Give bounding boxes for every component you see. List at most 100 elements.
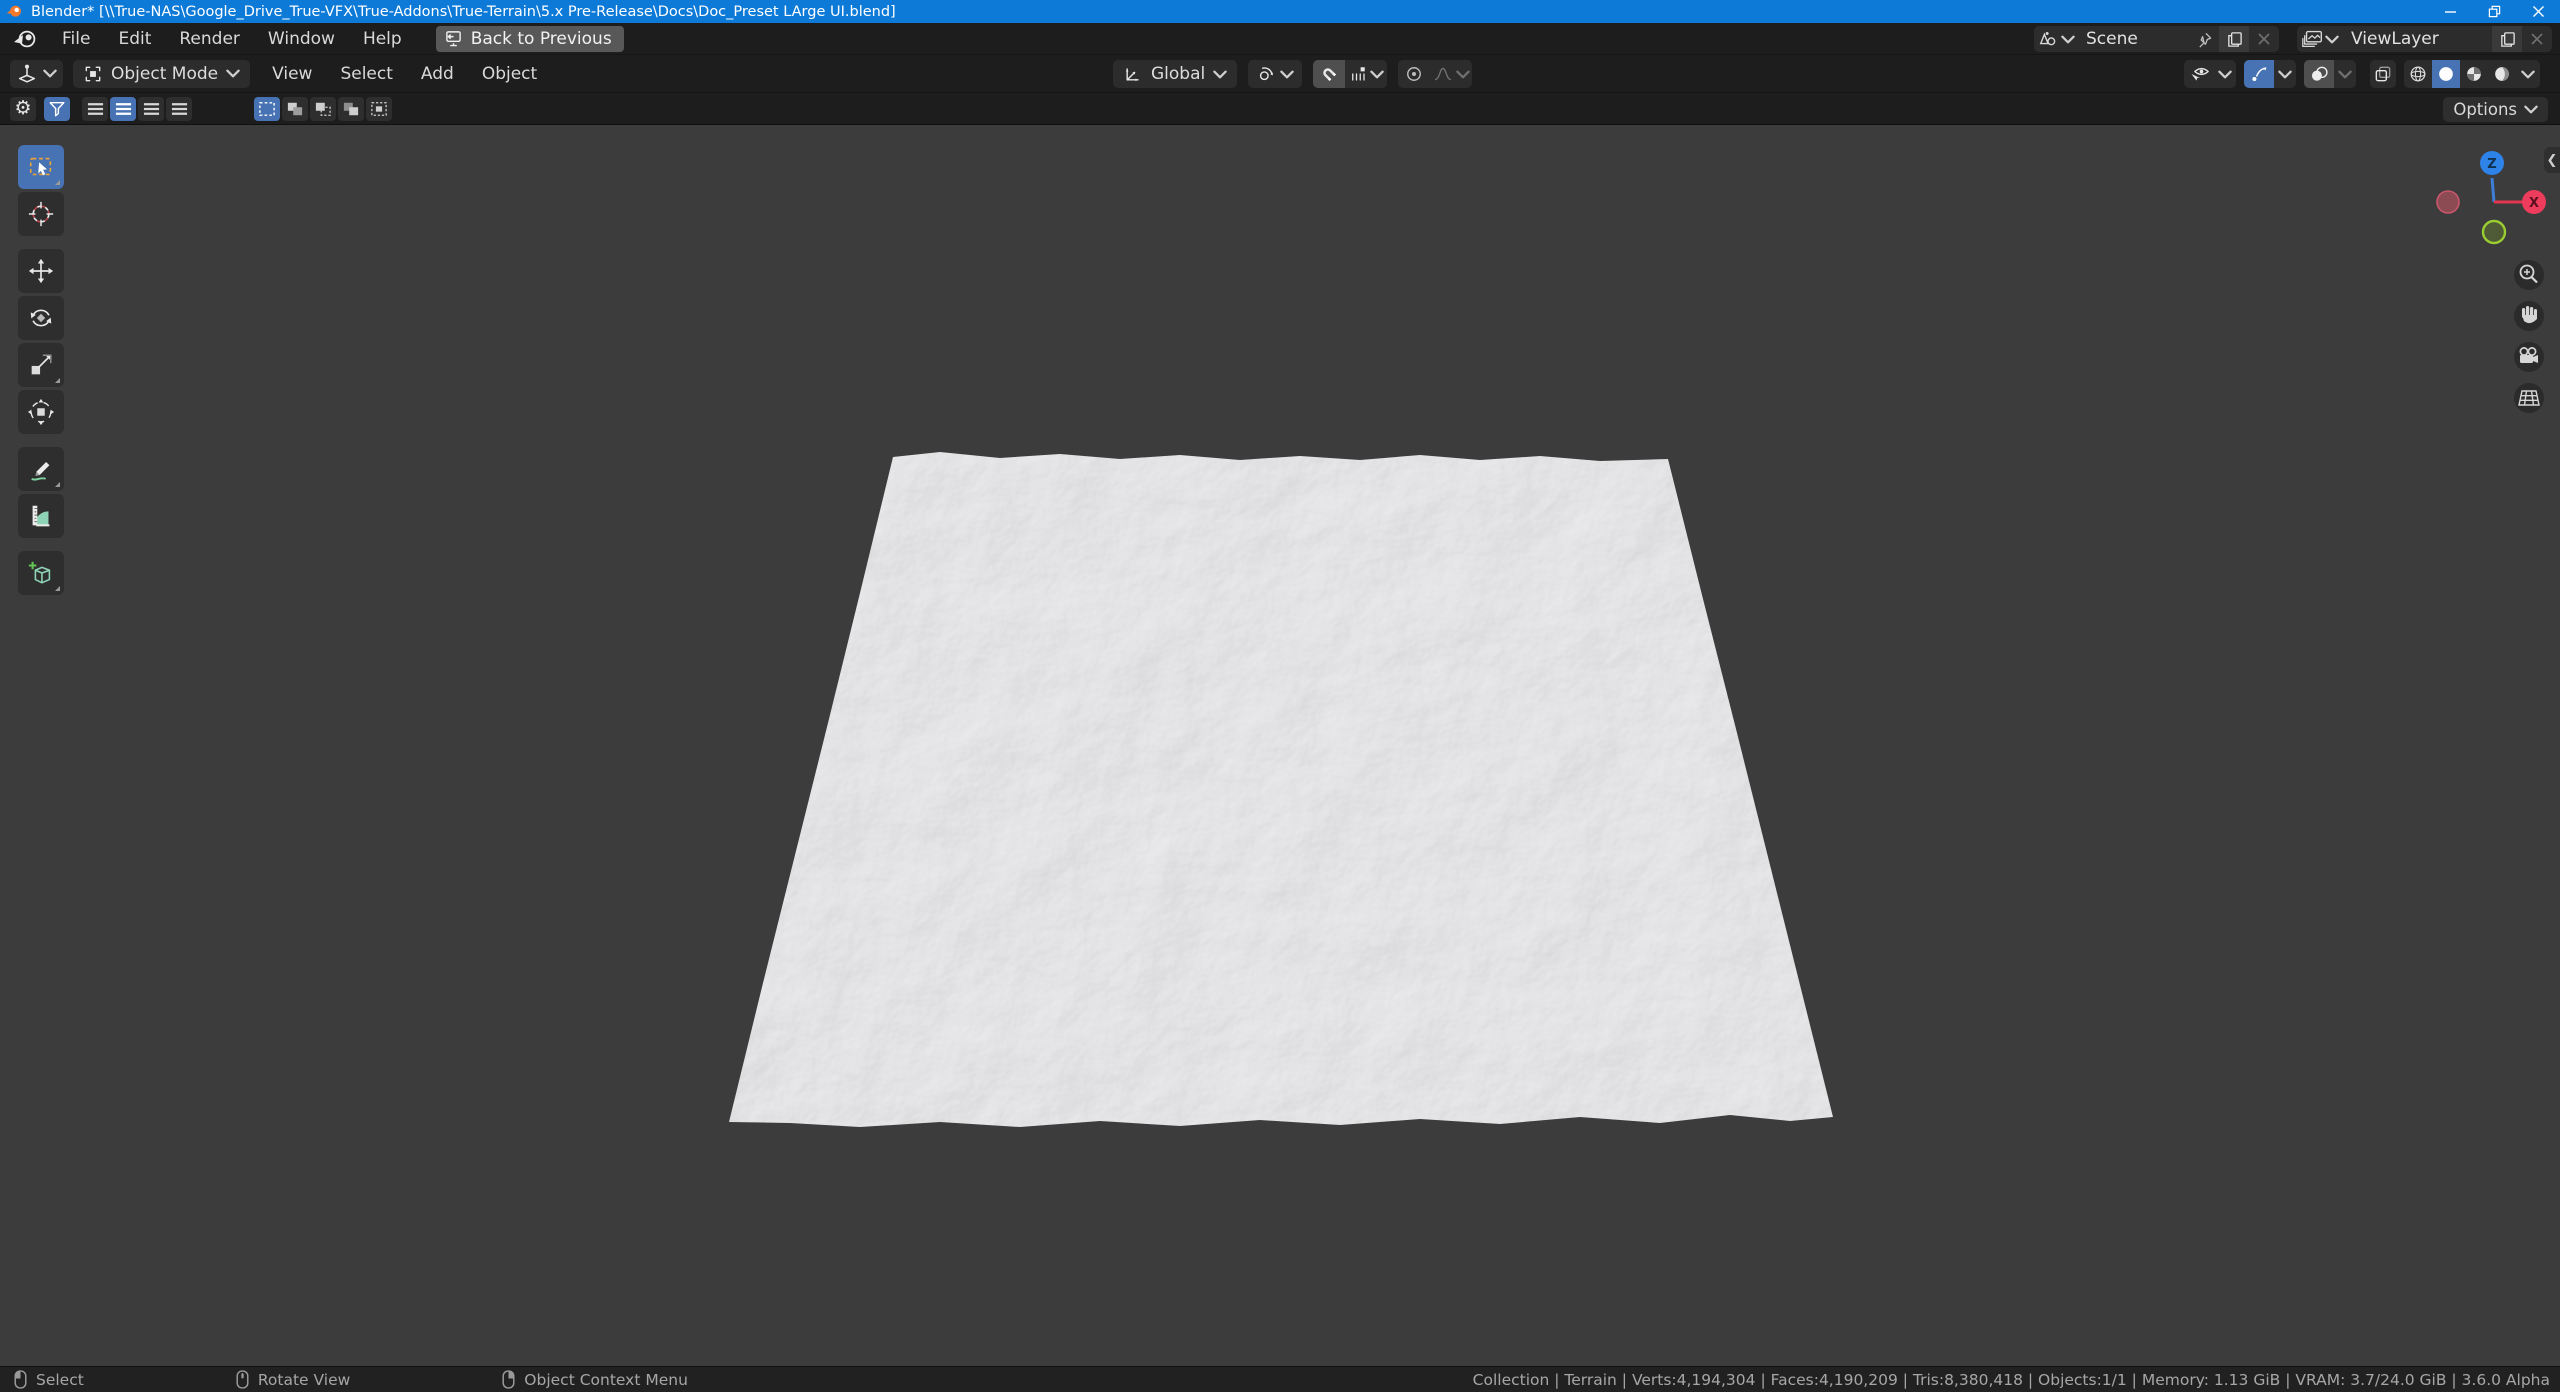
scale-tool[interactable] [18, 343, 64, 387]
orthographic-toggle-button[interactable] [2514, 383, 2544, 413]
display-mode-1-button[interactable] [82, 97, 108, 121]
viewport-3d[interactable]: Z X [0, 125, 2560, 1366]
close-icon [2257, 32, 2271, 46]
annotate-pencil-icon [27, 455, 55, 483]
camera-view-button[interactable] [2514, 342, 2544, 372]
filter-button[interactable] [44, 97, 70, 121]
falloff-curve-icon [1433, 66, 1453, 82]
menu-help[interactable]: Help [349, 25, 416, 53]
tool-settings-button[interactable]: ⚙ [10, 97, 36, 121]
restore-button[interactable] [2472, 0, 2516, 23]
shading-dropdown[interactable] [2516, 60, 2540, 88]
back-to-previous-button[interactable]: Back to Previous [436, 26, 624, 52]
editor-type-selector[interactable] [10, 60, 63, 88]
menu-select[interactable]: Select [326, 60, 406, 88]
axis-gizmo[interactable]: Z X [2437, 151, 2546, 243]
menu-render[interactable]: Render [165, 25, 254, 53]
chevron-down-icon [2521, 70, 2535, 79]
display-mode-3-button[interactable] [138, 97, 164, 121]
titlebar: Blender* [\\True-NAS\Google_Drive_True-V… [0, 0, 2560, 23]
view-layer-name[interactable]: ViewLayer [2343, 29, 2492, 49]
axis-y-ball[interactable] [2483, 221, 2505, 243]
gizmos-dropdown[interactable] [2274, 60, 2296, 88]
new-scene-button[interactable] [2219, 26, 2249, 52]
select-mode-intersect-button[interactable] [366, 97, 392, 121]
hint-rotate-view-label: Rotate View [258, 1371, 350, 1389]
material-sphere-icon [2464, 64, 2484, 84]
object-visibility-dropdown[interactable] [2214, 60, 2236, 88]
select-mode-group [254, 97, 392, 121]
menu-window[interactable]: Window [254, 25, 349, 53]
annotate-tool[interactable] [18, 447, 64, 491]
wireframe-sphere-icon [2408, 64, 2428, 84]
add-cube-tool[interactable] [18, 551, 64, 595]
shading-rendered-button[interactable] [2488, 60, 2516, 88]
toolbar [18, 145, 64, 598]
select-box-icon [27, 153, 55, 181]
pivot-point-icon [1256, 64, 1276, 84]
proportional-editing-toggle[interactable] [1398, 60, 1430, 88]
remove-view-layer-button[interactable] [2522, 26, 2552, 52]
blender-logo-icon[interactable] [12, 27, 38, 51]
zoom-button[interactable] [2514, 260, 2544, 290]
measure-tool[interactable] [18, 494, 64, 538]
overlays-dropdown[interactable] [2334, 60, 2356, 88]
menu-edit[interactable]: Edit [104, 25, 165, 53]
rotate-tool[interactable] [18, 296, 64, 340]
shading-material-button[interactable] [2460, 60, 2488, 88]
show-overlays-toggle[interactable] [2304, 60, 2334, 88]
snap-with-dropdown[interactable] [1345, 60, 1387, 88]
select-mode-subtract-button[interactable] [310, 97, 336, 121]
show-gizmo-toggle[interactable] [2244, 60, 2274, 88]
shading-solid-button[interactable] [2432, 60, 2460, 88]
menu-view[interactable]: View [258, 60, 326, 88]
shading-wireframe-button[interactable] [2404, 60, 2432, 88]
move-tool[interactable] [18, 249, 64, 293]
cursor-tool[interactable] [18, 192, 64, 236]
pin-icon [2196, 31, 2213, 48]
snapping-control [1313, 60, 1387, 88]
blender-window: Blender* [\\True-NAS\Google_Drive_True-V… [0, 0, 2560, 1392]
options-dropdown[interactable]: Options [2443, 97, 2548, 122]
pan-button[interactable] [2514, 301, 2544, 331]
minimize-button[interactable] [2428, 0, 2472, 23]
select-mode-invert-button[interactable] [338, 97, 364, 121]
unlink-scene-button[interactable] [2249, 26, 2279, 52]
axis-x-label: X [2529, 196, 2539, 211]
close-icon[interactable] [2516, 0, 2560, 23]
view-layer-selector: ViewLayer [2297, 26, 2552, 52]
duplicate-icon [2226, 31, 2243, 48]
transform-tool[interactable] [18, 390, 64, 434]
axis-x-negative-ball[interactable] [2437, 191, 2459, 213]
terrain-mesh[interactable] [0, 125, 2560, 1366]
top-menu-bar: File Edit Render Window Help Back to Pre… [0, 23, 2560, 55]
mode-selector[interactable]: Object Mode [73, 60, 250, 88]
new-view-layer-button[interactable] [2492, 26, 2522, 52]
orientation-global-icon [1123, 64, 1143, 84]
blender-logo-icon [6, 3, 23, 20]
navigation-gizmo-area: Z X [2400, 140, 2560, 430]
scene-name[interactable]: Scene [2078, 29, 2189, 49]
chevron-down-icon [2524, 105, 2538, 114]
rendered-sphere-icon [2492, 64, 2512, 84]
select-mode-extend-button[interactable] [282, 97, 308, 121]
viewport-header: Object Mode View Select Add Object Globa… [0, 55, 2560, 93]
sidebar-collapse-tab[interactable]: ❮ [2544, 147, 2560, 173]
select-box-tool[interactable] [18, 145, 64, 189]
snap-toggle[interactable] [1313, 60, 1345, 88]
browse-scene-dropdown[interactable] [2034, 26, 2078, 52]
select-mode-new-button[interactable] [254, 97, 280, 121]
measure-icon [27, 502, 55, 530]
menu-object[interactable]: Object [468, 60, 551, 88]
pivot-point-dropdown[interactable] [1248, 60, 1302, 88]
display-mode-4-button[interactable] [166, 97, 192, 121]
proportional-falloff-dropdown[interactable] [1430, 60, 1472, 88]
pin-scene-button[interactable] [2189, 26, 2219, 52]
menu-add[interactable]: Add [407, 60, 468, 88]
display-mode-2-button[interactable] [110, 97, 136, 121]
show-object-types-toggle[interactable] [2184, 60, 2214, 88]
menu-file[interactable]: File [48, 25, 104, 53]
xray-toggle[interactable] [2370, 60, 2396, 88]
browse-view-layer-dropdown[interactable] [2297, 26, 2343, 52]
transform-orientation-dropdown[interactable]: Global [1113, 60, 1237, 88]
